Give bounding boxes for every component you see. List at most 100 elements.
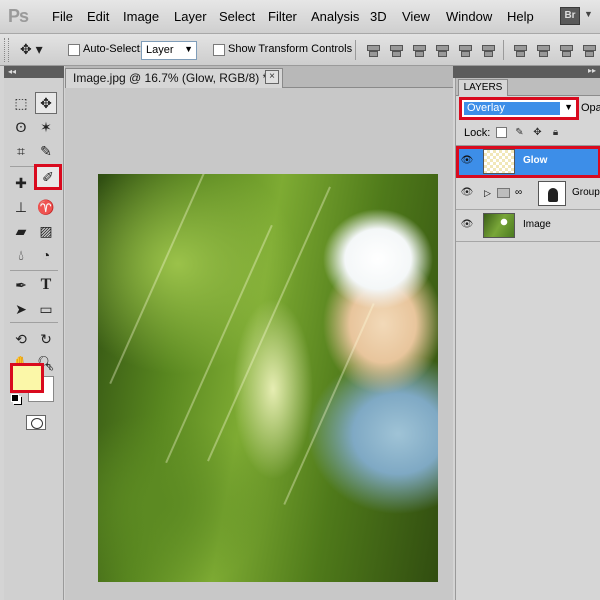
foreground-color-swatch[interactable] (10, 363, 44, 393)
chevron-down-icon: ▼ (564, 102, 573, 112)
light-streak (283, 303, 375, 505)
menu-3d[interactable]: 3D (370, 9, 387, 24)
brush-tool-icon[interactable]: ✐ (34, 164, 62, 190)
chevron-down-icon: ▼ (184, 44, 193, 54)
toolbox: ⬚ ✥ ʘ ✶ ⌗ ✎ ✚ ✐ ⊥ ♈ ▰ ▨ 💧︎ ◔ ✒ T ➤ ▭ ⟲ ↻… (4, 78, 64, 600)
pen-tool-icon[interactable]: ✒ (10, 274, 32, 296)
menu-analysis[interactable]: Analysis (311, 9, 359, 24)
menu-view[interactable]: View (402, 9, 430, 24)
lock-row: Lock: ✎ ✥ 🔒︎ (456, 124, 600, 142)
blur-tool-icon[interactable]: 💧︎ (10, 244, 32, 266)
dodge-tool-icon[interactable]: ◔ (35, 244, 57, 266)
blend-mode-dropdown[interactable]: Overlay ▼ (459, 97, 579, 120)
document-tab[interactable]: Image.jpg @ 16.7% (Glow, RGB/8) * (65, 68, 283, 88)
menu-layer[interactable]: Layer (174, 9, 207, 24)
3d-orbit-tool-icon[interactable]: ↻ (35, 328, 57, 350)
align-right-icon[interactable] (480, 42, 495, 58)
divider (503, 40, 504, 60)
menu-bar: Ps File Edit Image Layer Select Filter A… (0, 0, 600, 34)
align-vertical-center-icon[interactable] (388, 42, 403, 58)
light-streak (109, 174, 209, 385)
gradient-tool-icon[interactable]: ▨ (35, 220, 57, 242)
magic-wand-tool-icon[interactable]: ✶ (35, 116, 57, 138)
marquee-tool-icon[interactable]: ⬚ (10, 92, 32, 114)
menu-filter[interactable]: Filter (268, 9, 297, 24)
menu-image[interactable]: Image (123, 9, 159, 24)
link-icon: ∞ (515, 187, 523, 198)
layer-row-glow[interactable]: 👁︎ Glow (456, 146, 600, 178)
tool-divider (10, 270, 58, 271)
menu-window[interactable]: Window (446, 9, 492, 24)
layer-row-image[interactable]: 👁︎ Image (456, 210, 600, 242)
crop-tool-icon[interactable]: ⌗ (10, 140, 32, 162)
menu-edit[interactable]: Edit (87, 9, 109, 24)
menu-select[interactable]: Select (219, 9, 255, 24)
lock-transparency-icon[interactable] (496, 127, 507, 138)
clone-stamp-tool-icon[interactable]: ⊥ (10, 196, 32, 218)
eyedropper-tool-icon[interactable]: ✎ (35, 140, 57, 162)
toolbox-header[interactable]: ◂◂ (4, 66, 64, 78)
folder-icon (497, 188, 510, 198)
lock-all-icon[interactable]: 🔒︎ (550, 127, 561, 138)
collapse-icon[interactable]: ◂◂ (8, 67, 16, 76)
distribute-buttons (512, 42, 596, 58)
default-colors-icon[interactable] (11, 394, 19, 402)
opacity-label: Opac (581, 102, 600, 114)
transform-controls-label: Show Transform Controls (228, 43, 353, 55)
layer-thumbnail (483, 149, 515, 174)
lock-pixels-icon[interactable]: ✎ (514, 127, 525, 138)
history-brush-tool-icon[interactable]: ♈ (35, 196, 57, 218)
expand-triangle-icon[interactable]: ▷ (484, 188, 491, 199)
menu-file[interactable]: File (52, 9, 73, 24)
canvas-area[interactable] (65, 88, 453, 600)
layer-name: Group (572, 187, 600, 198)
quick-mask-icon[interactable] (26, 415, 46, 430)
visibility-eye-icon[interactable]: 👁︎ (460, 187, 474, 199)
align-horizontal-center-icon[interactable] (457, 42, 472, 58)
light-streak (165, 224, 273, 464)
auto-select-value: Layer (146, 44, 174, 56)
panel-dock-header[interactable]: ▸▸ (453, 66, 600, 78)
photoshop-logo: Ps (8, 6, 29, 26)
eraser-tool-icon[interactable]: ▰ (10, 220, 32, 242)
layer-thumbnail (483, 213, 515, 238)
lock-position-icon[interactable]: ✥ (532, 127, 543, 138)
move-tool-preset-icon[interactable]: ✥ ▾ (20, 41, 50, 59)
align-bottom-icon[interactable] (411, 42, 426, 58)
3d-rotate-tool-icon[interactable]: ⟲ (10, 328, 32, 350)
tool-divider (10, 322, 58, 323)
workspace-dropdown-icon[interactable]: ▼ (584, 9, 600, 23)
lasso-tool-icon[interactable]: ʘ (10, 116, 32, 138)
menu-help[interactable]: Help (507, 9, 534, 24)
distribute-bottom-icon[interactable] (558, 42, 573, 58)
layers-panel: LAYERS Overlay ▼ Opac Lock: ✎ ✥ 🔒︎ 👁︎ Gl… (455, 78, 600, 600)
visibility-eye-icon[interactable]: 👁︎ (460, 219, 474, 231)
options-bar-grip[interactable] (4, 38, 9, 62)
distribute-center-icon[interactable] (535, 42, 550, 58)
layer-name: Glow (523, 155, 548, 166)
distribute-top-icon[interactable] (512, 42, 527, 58)
healing-brush-tool-icon[interactable]: ✚ (10, 172, 32, 194)
layer-row-group[interactable]: 👁︎ ▷ ∞ Group (456, 178, 600, 210)
auto-select-dropdown[interactable]: Layer ▼ (141, 41, 197, 60)
swap-colors-icon[interactable]: ↰ (44, 362, 52, 373)
blend-mode-value: Overlay (464, 102, 560, 115)
tab-layers[interactable]: LAYERS (458, 79, 508, 96)
mask-thumbnail[interactable] (538, 181, 566, 206)
type-tool-icon[interactable]: T (35, 274, 57, 296)
path-selection-tool-icon[interactable]: ➤ (10, 298, 32, 320)
close-document-icon[interactable]: × (265, 70, 279, 84)
move-tool-icon[interactable]: ✥ (35, 92, 57, 114)
distribute-left-icon[interactable] (581, 42, 596, 58)
expand-icon[interactable]: ▸▸ (588, 66, 596, 75)
visibility-eye-icon[interactable]: 👁︎ (460, 155, 474, 167)
transform-controls-checkbox[interactable] (213, 44, 225, 56)
bridge-button[interactable]: Br (560, 7, 580, 25)
layers-tab-row: LAYERS (456, 78, 600, 96)
rectangle-tool-icon[interactable]: ▭ (35, 298, 57, 320)
layer-list: 👁︎ Glow 👁︎ ▷ ∞ Group 👁︎ Image (456, 145, 600, 245)
document-image[interactable] (98, 174, 438, 582)
align-left-icon[interactable] (434, 42, 449, 58)
align-top-icon[interactable] (365, 42, 380, 58)
auto-select-checkbox[interactable] (68, 44, 80, 56)
